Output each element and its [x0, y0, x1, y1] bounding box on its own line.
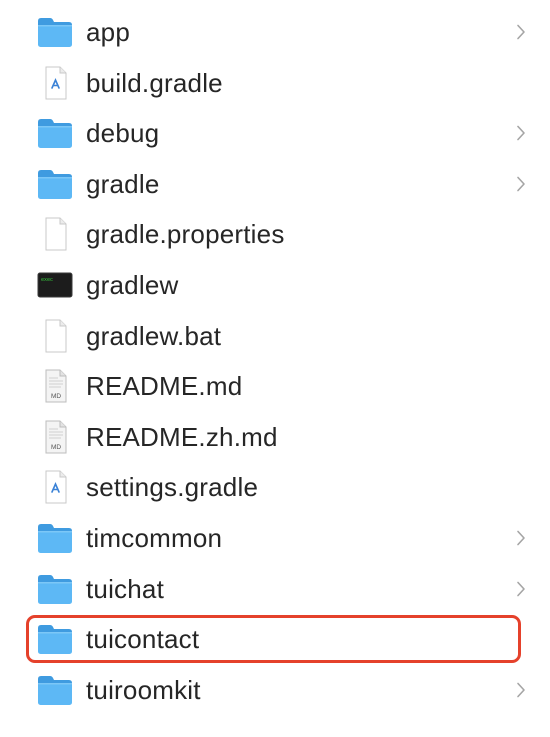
svg-text:MD: MD — [51, 444, 61, 451]
chevron-right-icon[interactable] — [516, 125, 526, 141]
svg-text:exec: exec — [41, 277, 53, 283]
folder-icon — [37, 167, 73, 201]
file-row-debug[interactable]: debug — [0, 108, 550, 159]
file-list: app build.gradle debug gradle gradle.pro… — [0, 7, 550, 715]
file-row-timcommon[interactable]: timcommon — [0, 513, 550, 564]
file-name: build.gradle — [86, 67, 223, 98]
folder-icon — [37, 116, 73, 150]
folder-icon — [37, 572, 73, 606]
blank-document-icon — [37, 217, 73, 251]
file-row-gradlew[interactable]: exec gradlew — [0, 260, 550, 311]
folder-icon — [37, 521, 73, 555]
file-row-gradle[interactable]: gradle — [0, 159, 550, 210]
file-name: gradlew — [86, 269, 179, 300]
folder-icon — [37, 15, 73, 49]
file-row-app[interactable]: app — [0, 7, 550, 58]
markdown-file-icon: MD — [37, 420, 73, 454]
file-name: tuiroomkit — [86, 674, 201, 705]
file-name: app — [86, 17, 130, 47]
file-name: gradle — [86, 168, 160, 199]
chevron-right-icon[interactable] — [516, 581, 526, 597]
file-row-readme-md[interactable]: MD README.md — [0, 361, 550, 412]
file-name: tuichat — [86, 573, 165, 604]
file-name: settings.gradle — [86, 472, 259, 503]
file-row-gradlew-bat[interactable]: gradlew.bat — [0, 311, 550, 362]
file-row-gradle-properties[interactable]: gradle.properties — [0, 209, 550, 260]
gradle-script-icon — [37, 66, 73, 100]
file-name: gradlew.bat — [86, 320, 222, 351]
folder-icon — [37, 622, 73, 656]
file-row-tuicontact[interactable]: tuicontact — [0, 614, 550, 665]
file-name: debug — [86, 118, 160, 149]
file-row-tuichat[interactable]: tuichat — [0, 564, 550, 615]
chevron-right-icon[interactable] — [516, 24, 526, 40]
file-name: timcommon — [86, 522, 223, 553]
file-row-tuiroomkit[interactable]: tuiroomkit — [0, 665, 550, 716]
file-name: gradle.properties — [86, 219, 285, 250]
chevron-right-icon[interactable] — [516, 176, 526, 192]
file-name: tuicontact — [86, 624, 200, 655]
chevron-right-icon[interactable] — [516, 682, 526, 698]
file-row-build-gradle[interactable]: build.gradle — [0, 58, 550, 109]
svg-text:MD: MD — [51, 393, 61, 400]
chevron-right-icon[interactable] — [516, 530, 526, 546]
file-name: README.md — [86, 371, 243, 402]
gradle-script-icon — [37, 470, 73, 504]
file-name: README.zh.md — [86, 421, 278, 452]
markdown-file-icon: MD — [37, 369, 73, 403]
file-row-settings-gradle[interactable]: settings.gradle — [0, 462, 550, 513]
blank-document-icon — [37, 319, 73, 353]
file-row-readme-zh-md[interactable]: MD README.zh.md — [0, 412, 550, 463]
terminal-executable-icon: exec — [37, 268, 73, 302]
folder-icon — [37, 673, 73, 707]
